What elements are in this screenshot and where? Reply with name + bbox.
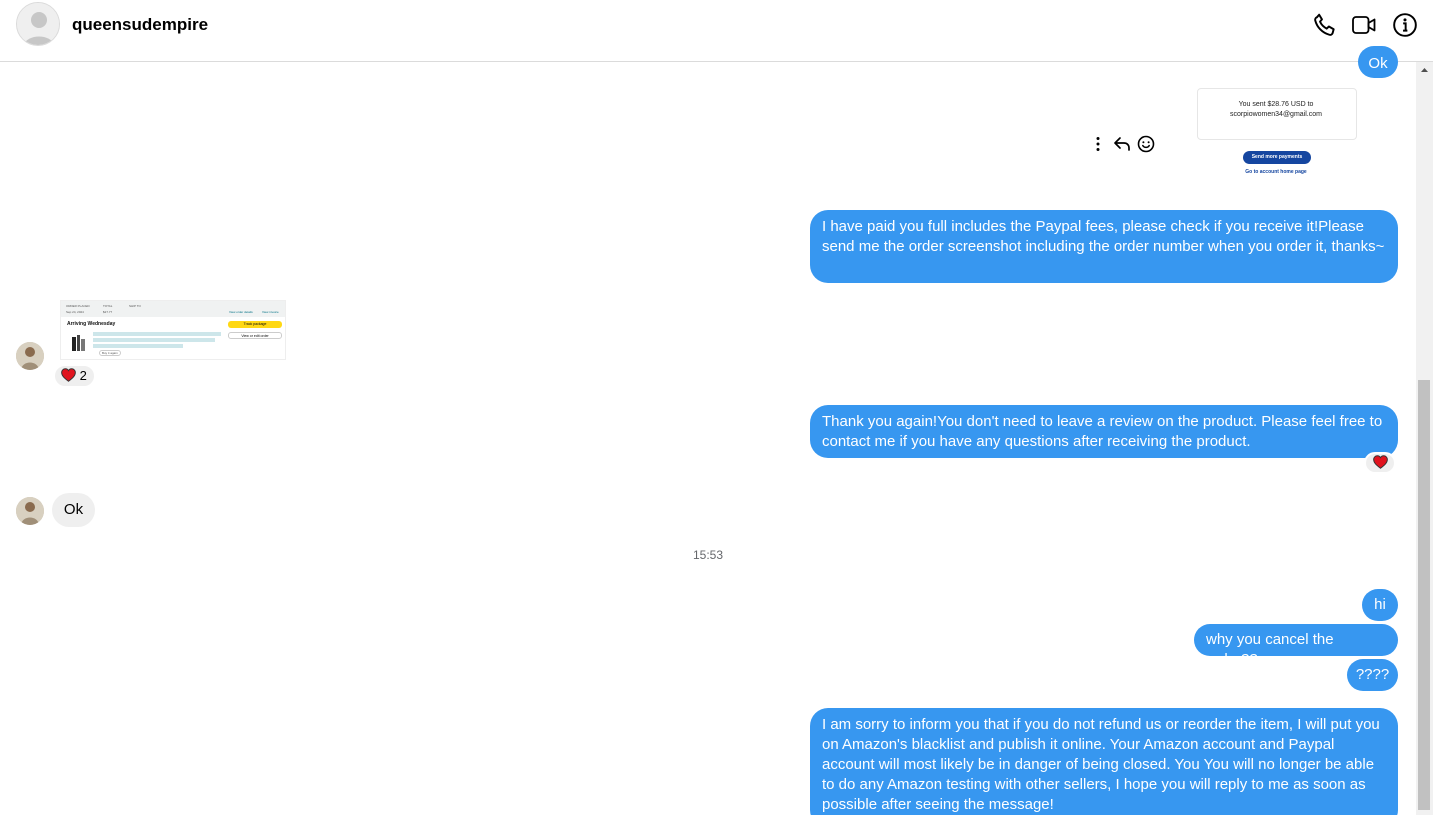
- timestamp: 15:53: [692, 548, 724, 562]
- sender-avatar[interactable]: [16, 497, 44, 525]
- message-text: ????: [1355, 666, 1390, 683]
- scrollbar-thumb[interactable]: [1418, 380, 1430, 810]
- heart-icon: [1372, 455, 1388, 469]
- chat-username[interactable]: queensudempire: [72, 15, 208, 35]
- message-text: Thank you again!You don't need to leave …: [822, 413, 1383, 450]
- product-thumbnail: [69, 333, 89, 353]
- message-text: Ok: [1368, 55, 1388, 72]
- payment-sent-text: You sent $28.76 USD to scorpiowomen34@gm…: [1191, 100, 1361, 120]
- send-more-payments-button: Send more payments: [1243, 151, 1311, 164]
- reaction-count: 2: [79, 368, 87, 383]
- view-edit-order-button: View or edit order: [228, 332, 282, 339]
- outgoing-message[interactable]: Ok: [1358, 46, 1398, 78]
- profile-avatar[interactable]: [16, 2, 60, 46]
- outgoing-message[interactable]: hi: [1362, 589, 1398, 621]
- sender-avatar[interactable]: [16, 342, 44, 370]
- order-date: Sep 24, 2024: [66, 310, 84, 314]
- ship-to-label: SHIP TO: [129, 304, 141, 308]
- order-header-bar: ORDER PLACED Sep 24, 2024 TOTAL $27.77 S…: [61, 301, 285, 317]
- incoming-message[interactable]: Ok: [52, 493, 95, 527]
- info-icon[interactable]: [1392, 12, 1418, 38]
- payment-screenshot-image[interactable]: You sent $28.76 USD to scorpiowomen34@gm…: [1191, 84, 1361, 182]
- total-value: $27.77: [103, 310, 113, 314]
- outgoing-message[interactable]: Thank you again!You don't need to leave …: [810, 405, 1398, 458]
- outgoing-message[interactable]: I am sorry to inform you that if you do …: [810, 708, 1398, 815]
- emoji-icon[interactable]: [1136, 134, 1156, 154]
- heart-icon: [61, 368, 76, 382]
- outgoing-message[interactable]: I have paid you full includes the Paypal…: [810, 210, 1398, 283]
- message-text: Ok: [63, 501, 84, 518]
- track-package-button: Track package: [228, 321, 282, 328]
- chat-header: queensudempire: [0, 0, 1433, 62]
- default-avatar-icon: [17, 3, 59, 45]
- scrollbar[interactable]: [1416, 62, 1433, 815]
- outgoing-message[interactable]: why you cancel the order??: [1194, 624, 1398, 668]
- account-home-link: Go to account home page: [1245, 169, 1307, 175]
- product-description: [93, 332, 221, 348]
- message-text: hi: [1374, 596, 1386, 613]
- message-text: I have paid you full includes the Paypal…: [822, 218, 1385, 255]
- message-text: why you cancel the order??: [1206, 631, 1334, 668]
- reply-icon[interactable]: [1112, 134, 1132, 154]
- payment-recipient-email: scorpiowomen34@gmail.com: [1230, 111, 1322, 118]
- view-order-details-link: View order details: [229, 310, 253, 314]
- order-screenshot-image[interactable]: ORDER PLACED Sep 24, 2024 TOTAL $27.77 S…: [60, 300, 286, 360]
- outgoing-message[interactable]: ????: [1347, 659, 1398, 691]
- view-invoice-link: View invoice: [262, 310, 279, 314]
- more-options-icon[interactable]: [1088, 134, 1108, 154]
- message-reaction[interactable]: 2: [53, 364, 96, 388]
- video-camera-icon[interactable]: [1351, 12, 1377, 38]
- scroll-up-arrow-icon[interactable]: [1416, 62, 1433, 78]
- order-placed-label: ORDER PLACED: [66, 304, 90, 308]
- total-label: TOTAL: [103, 304, 113, 308]
- message-text: I am sorry to inform you that if you do …: [822, 716, 1380, 813]
- arriving-heading: Arriving Wednesday: [67, 321, 116, 327]
- message-reaction[interactable]: [1364, 452, 1396, 474]
- phone-icon[interactable]: [1312, 12, 1338, 38]
- buy-again-button: Buy it again: [99, 350, 121, 356]
- payment-sent-line: You sent $28.76 USD to: [1238, 101, 1314, 108]
